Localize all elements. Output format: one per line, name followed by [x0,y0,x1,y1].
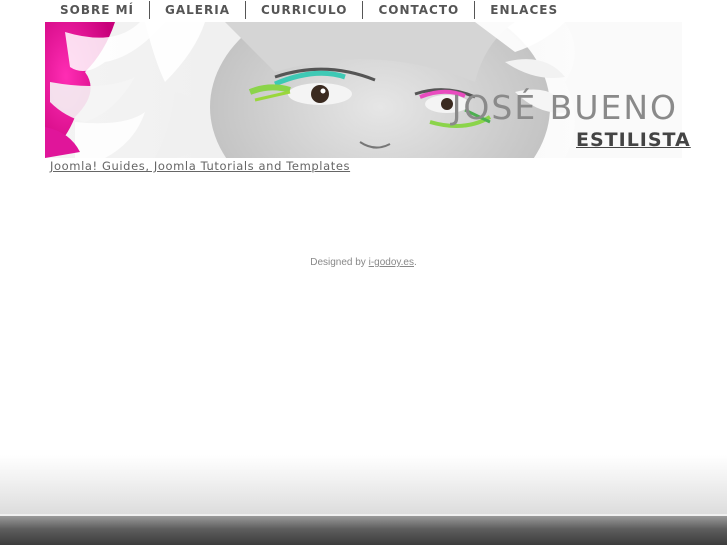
nav-enlaces[interactable]: ENLACES [475,1,573,19]
credit-suffix: . [414,257,417,268]
nav-galeria[interactable]: GALERIA [150,1,245,19]
main-nav: SOBRE MÍ GALERIA CURRICULO CONTACTO ENLA… [45,0,573,20]
credit-prefix: Designed by [310,257,369,268]
credit-link[interactable]: i-godoy.es [369,257,414,268]
nav-curriculo[interactable]: CURRICULO [246,1,362,19]
footer-credit: Designed by i-godoy.es. [0,257,727,268]
floor-gradient [0,455,727,515]
joomla-link[interactable]: Joomla! Guides, Joomla Tutorials and Tem… [50,159,350,173]
nav-contacto[interactable]: CONTACTO [363,1,474,19]
tagline-link[interactable]: ESTILISTA [576,129,691,151]
nav-sobre-mi[interactable]: SOBRE MÍ [45,1,149,19]
base-bar [0,516,727,545]
brand-name: JOSÉ BUENO [451,88,678,127]
